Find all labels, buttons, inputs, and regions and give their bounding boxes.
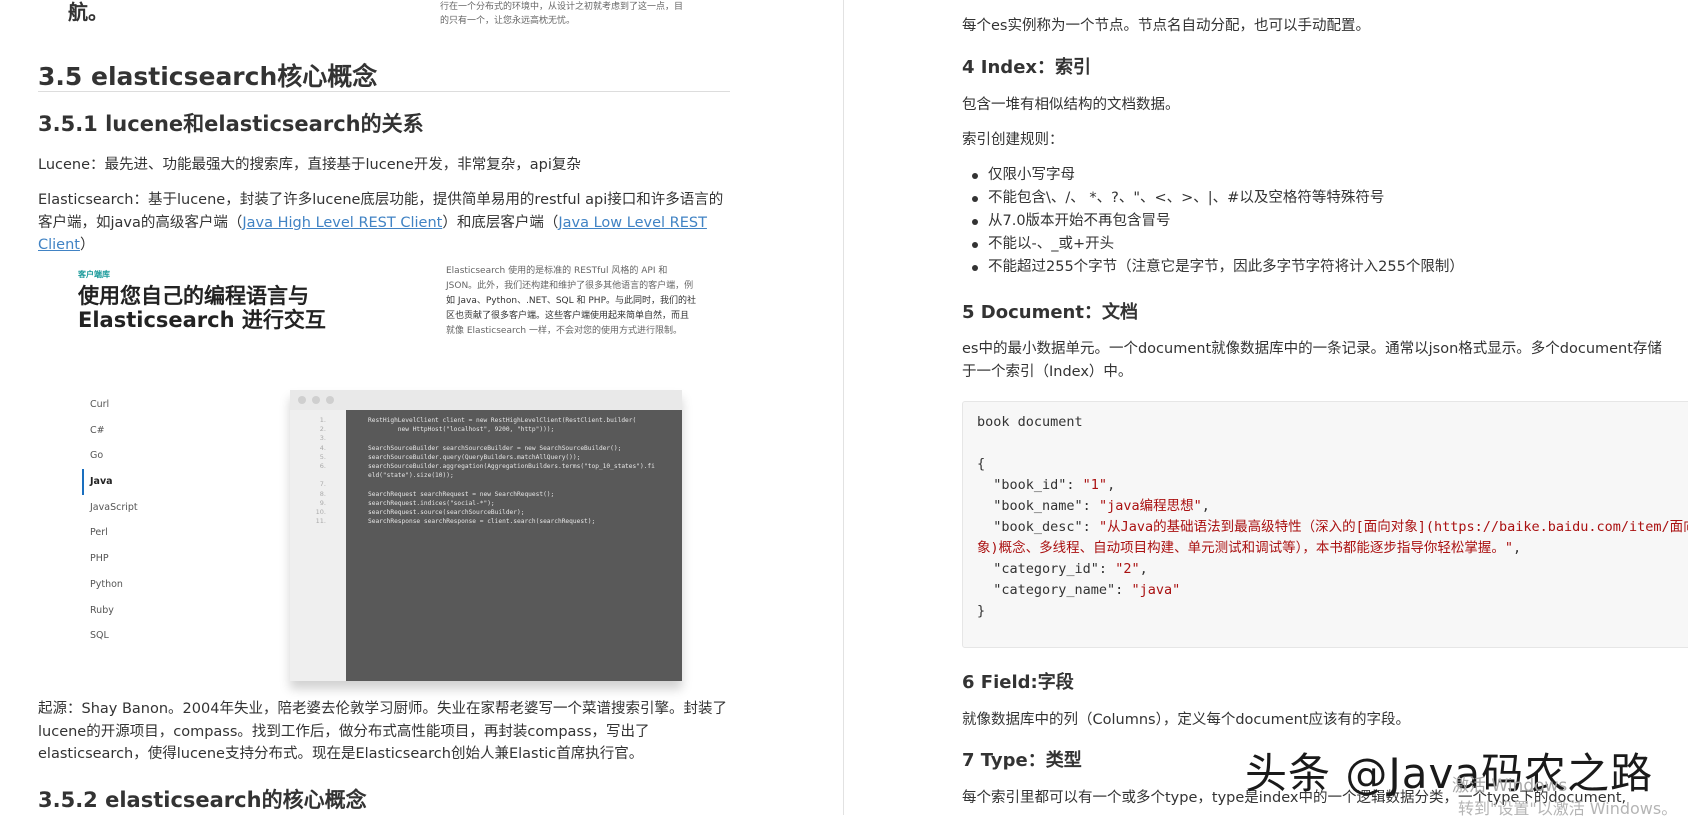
language-item[interactable]: SQL bbox=[82, 623, 232, 649]
window-dot-icon bbox=[298, 396, 306, 404]
line-number: 4. bbox=[319, 443, 326, 452]
embed-desc-3: 如 Java、Python、.NET、SQL 和 PHP。与此同时，我们的社 bbox=[446, 296, 697, 306]
heading-underline bbox=[38, 91, 730, 92]
code-line: "book_name": "java编程思想", bbox=[977, 498, 1210, 514]
embed-desc-5: 就像 Elasticsearch 一样，不会对您的使用方式进行限制。 bbox=[446, 326, 682, 336]
line-number-gutter: 1. 2. 3. 4. 5. 6. 7. 8. 9. 10. 11. bbox=[290, 410, 346, 681]
language-item[interactable]: JavaScript bbox=[82, 495, 232, 521]
heading-3-5-2: 3.5.2 elasticsearch的核心概念 bbox=[38, 788, 367, 812]
index-rules-title: 索引创建规则： bbox=[962, 132, 1064, 148]
java-high-level-client-link[interactable]: Java High Level REST Client bbox=[242, 215, 442, 231]
language-list: Curl C# Go Java JavaScript Perl PHP Python Ruby S… bbox=[82, 392, 232, 649]
line-number: 5. bbox=[319, 452, 326, 461]
line-number: 1. bbox=[319, 416, 326, 424]
cut-off-small-line-2: 的只有一个，让您永远高枕无忧。 bbox=[440, 16, 576, 26]
code-block: book document { "book_id": "1", "book_na… bbox=[962, 401, 1688, 648]
client-library-tag: 客户端库 bbox=[78, 270, 110, 279]
es-text-post: ） bbox=[79, 237, 95, 253]
language-item[interactable]: Ruby bbox=[82, 598, 232, 624]
code-line: "category_id": "2", bbox=[977, 561, 1148, 577]
code-close-brace: } bbox=[977, 603, 986, 619]
client-library-screenshot: 客户端库 使用您自己的编程语言与 Elasticsearch 进行交互 Elas… bbox=[70, 262, 710, 687]
heading-document: 5 Document：文档 bbox=[962, 302, 1138, 323]
heading-index: 4 Index：索引 bbox=[962, 57, 1092, 78]
es-text-mid: ）和底层客户端（ bbox=[442, 214, 559, 231]
code-open-brace: { bbox=[977, 456, 986, 472]
language-item[interactable]: Go bbox=[82, 443, 232, 469]
code-window: 1. 2. 3. 4. 5. 6. 7. 8. 9. 10. 11. RestHighLevelCl… bbox=[290, 390, 682, 681]
cut-off-text: 航。 bbox=[68, 0, 108, 24]
document-paragraph: es中的最小数据单元。一个document就像数据库中的一条记录。通常以json… bbox=[962, 341, 1662, 380]
right-page: 每个es实例称为一个节点。节点名自动分配，也可以手动配置。 4 Index：索引… bbox=[844, 0, 1688, 815]
code-line: "category_name": "java" bbox=[977, 582, 1181, 598]
line-number: 3. bbox=[319, 434, 326, 443]
code-title: book document bbox=[977, 414, 1083, 430]
line-number: 7. bbox=[319, 480, 326, 489]
heading-type: 7 Type：类型 bbox=[962, 750, 1082, 771]
toutiao-watermark: 头条 @Java码农之路 bbox=[1245, 749, 1654, 798]
index-rules-list: 仅限小写字母 不能包含\、/、 *、?、"、<、>、|、#以及空格符等特殊符号 … bbox=[962, 164, 1464, 279]
list-item: 不能超过255个字节（注意它是字节，因此多字节字符将计入255个限制） bbox=[962, 256, 1464, 279]
list-item: 不能包含\、/、 *、?、"、<、>、|、#以及空格符等特殊符号 bbox=[962, 187, 1464, 210]
language-item[interactable]: PHP bbox=[82, 546, 232, 572]
language-item[interactable]: C# bbox=[82, 418, 232, 444]
line-number: 10. bbox=[315, 507, 326, 516]
line-number: 2. bbox=[319, 425, 326, 434]
embed-desc-2: JSON。此外，我们还构建和维护了很多其他语言的客户端，例 bbox=[446, 281, 694, 291]
language-item[interactable]: Java bbox=[82, 469, 232, 495]
field-paragraph: 就像数据库中的列（Columns），定义每个document应该有的字段。 bbox=[962, 712, 1410, 728]
node-paragraph: 每个es实例称为一个节点。节点名自动分配，也可以手动配置。 bbox=[962, 18, 1370, 34]
line-number: 9. bbox=[319, 498, 326, 507]
windows-activation-hint: 转到"设置"以激活 Windows。 bbox=[1458, 799, 1678, 818]
code-sample: RestHighLevelClient client = new RestHig… bbox=[368, 417, 655, 526]
embed-desc-4: 区也贡献了很多客户端。这些客户端使用起来简单自然，而且 bbox=[446, 311, 690, 321]
list-item: 不能以-、_或+开头 bbox=[962, 233, 1464, 256]
lucene-paragraph: Lucene：最先进、功能最强大的搜索库，直接基于lucene开发，非常复杂，a… bbox=[38, 157, 581, 173]
heading-3-5-1: 3.5.1 lucene和elasticsearch的关系 bbox=[38, 112, 424, 136]
code-line: "book_desc": "从Java的基础语法到最高级特性（深入的[面向对象]… bbox=[977, 519, 1688, 556]
cut-off-small-line-1: 行在一个分布式的环境中，从设计之初就考虑到了这一点，目 bbox=[440, 2, 684, 12]
heading-3-5: 3.5 elasticsearch核心概念 bbox=[38, 62, 378, 91]
window-dot-icon bbox=[312, 396, 320, 404]
window-dot-icon bbox=[326, 396, 334, 404]
list-item: 从7.0版本开始不再包含冒号 bbox=[962, 210, 1464, 233]
list-item: 仅限小写字母 bbox=[962, 164, 1464, 187]
line-number bbox=[290, 471, 346, 480]
heading-field: 6 Field:字段 bbox=[962, 672, 1074, 693]
language-item[interactable]: Perl bbox=[82, 520, 232, 546]
line-number: 6. bbox=[319, 461, 326, 470]
embed-title-line-2: Elasticsearch 进行交互 bbox=[78, 308, 326, 332]
language-item[interactable]: Curl bbox=[82, 392, 232, 418]
left-page: 航。 行在一个分布式的环境中，从设计之初就考虑到了这一点，目 的只有一个，让您永… bbox=[0, 0, 843, 815]
origin-paragraph: 起源：Shay Banon。2004年失业，陪老婆去伦敦学习厨师。失业在家帮老婆… bbox=[38, 701, 727, 762]
elasticsearch-paragraph: Elasticsearch：基于lucene，封装了许多lucene底层功能，提… bbox=[38, 189, 730, 257]
code-window-titlebar bbox=[290, 390, 682, 410]
line-number: 11. bbox=[315, 517, 326, 526]
embed-title-line-1: 使用您自己的编程语言与 bbox=[78, 284, 309, 308]
line-number: 8. bbox=[319, 489, 326, 498]
embed-desc-1: Elasticsearch 使用的是标准的 RESTful 风格的 API 和 bbox=[446, 266, 668, 276]
code-line: "book_id": "1", bbox=[977, 477, 1116, 493]
windows-activation-notice: 激活 Windows bbox=[1452, 776, 1568, 796]
index-paragraph: 包含一堆有相似结构的文档数据。 bbox=[962, 97, 1180, 113]
language-item[interactable]: Python bbox=[82, 572, 232, 598]
